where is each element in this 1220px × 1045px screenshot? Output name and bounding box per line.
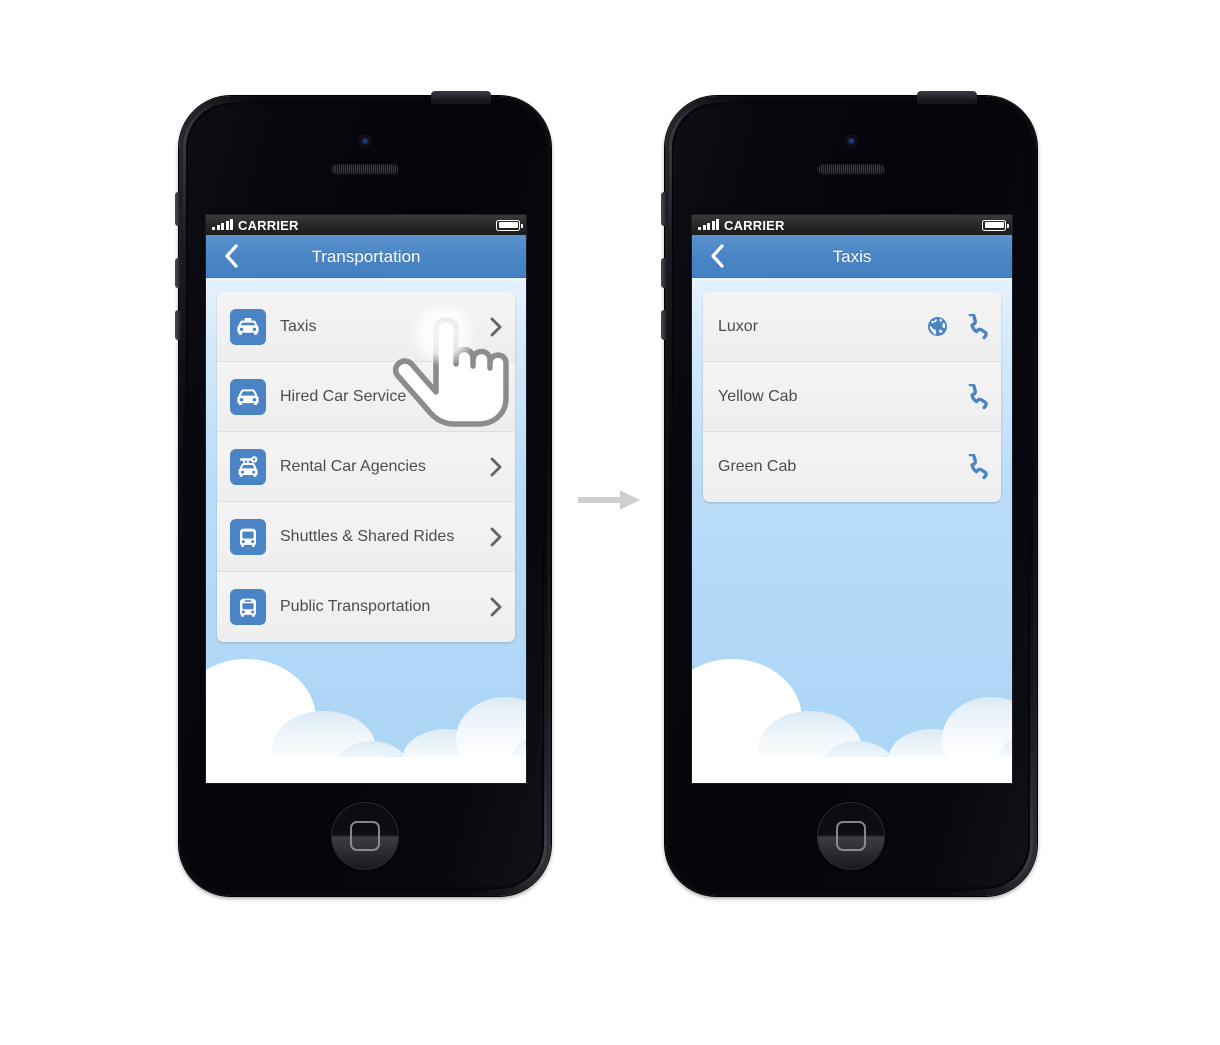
phone-icon[interactable] <box>966 313 988 340</box>
battery-full-icon <box>496 219 523 231</box>
volume-down-button[interactable] <box>661 310 667 340</box>
power-button[interactable] <box>917 91 977 103</box>
list-item[interactable]: Luxor <box>703 292 1001 362</box>
carrier-label: CARRIER <box>724 217 785 233</box>
mute-switch[interactable] <box>661 192 667 226</box>
list-item[interactable]: Shuttles & Shared Rides <box>217 502 515 572</box>
car-icon <box>230 378 266 415</box>
page-title: Transportation <box>311 246 421 266</box>
list-item-label: Taxis <box>280 317 317 335</box>
taxi-company-list-card: Luxor Yellow Cab Green Cab <box>703 292 1001 502</box>
volume-up-button[interactable] <box>661 258 667 288</box>
carrier-label: CARRIER <box>238 217 299 233</box>
navigation-bar: Taxis <box>692 235 1012 278</box>
front-camera-icon <box>359 136 371 147</box>
phone-screen-after: CARRIER Taxis Luxor Yellow Cab Green Cab <box>692 215 1012 783</box>
list-item[interactable]: Yellow Cab <box>703 362 1001 432</box>
phone-device-after: CARRIER Taxis Luxor Yellow Cab Green Cab <box>661 91 1037 896</box>
flow-arrow <box>578 487 640 513</box>
shuttle-bus-icon <box>230 518 266 555</box>
phone-device-before: CARRIER Transportation Taxis Hired Car S… <box>175 91 551 896</box>
chevron-left-icon <box>225 244 238 268</box>
screen-content-after: Luxor Yellow Cab Green Cab <box>692 278 1012 783</box>
list-item[interactable]: Green Cab <box>703 432 1001 502</box>
rental-car-key-icon <box>230 448 266 485</box>
list-item-label: Green Cab <box>718 458 797 475</box>
earpiece-speaker-icon <box>817 164 885 174</box>
list-item-label: Hired Car Service <box>280 387 407 405</box>
status-bar: CARRIER <box>692 215 1012 235</box>
list-item-label: Rental Car Agencies <box>280 457 426 475</box>
status-bar: CARRIER <box>206 215 526 235</box>
home-button[interactable] <box>331 802 399 870</box>
list-item[interactable]: Taxis <box>217 292 515 362</box>
home-button[interactable] <box>817 802 885 870</box>
list-item-label: Shuttles & Shared Rides <box>280 527 455 545</box>
screen-content-before: Taxis Hired Car Service Rental Car Agenc… <box>206 278 526 783</box>
chevron-right-icon <box>490 317 502 337</box>
chevron-right-icon <box>490 457 502 477</box>
volume-up-button[interactable] <box>175 258 181 288</box>
signal-bars-icon <box>698 219 719 230</box>
list-item[interactable]: Public Transportation <box>217 572 515 642</box>
chevron-right-icon <box>490 597 502 617</box>
power-button[interactable] <box>431 91 491 103</box>
list-item-label: Luxor <box>718 317 759 335</box>
phone-icon[interactable] <box>966 454 988 480</box>
taxi-icon <box>230 308 266 345</box>
navigation-bar: Transportation <box>206 235 526 278</box>
transportation-list-card: Taxis Hired Car Service Rental Car Agenc… <box>217 292 515 642</box>
earpiece-speaker-icon <box>331 164 399 174</box>
list-item-label: Public Transportation <box>280 598 431 615</box>
clouds-decoration <box>206 659 526 783</box>
public-bus-icon <box>230 589 266 625</box>
globe-icon[interactable] <box>927 316 948 337</box>
back-button[interactable] <box>216 241 246 271</box>
home-square-icon <box>350 821 380 851</box>
page-title: Taxis <box>832 246 872 266</box>
chevron-left-icon <box>711 244 724 268</box>
list-item[interactable]: Hired Car Service <box>217 362 515 432</box>
chevron-right-icon <box>490 527 502 547</box>
list-item-label: Yellow Cab <box>718 387 798 405</box>
front-camera-icon <box>845 136 857 147</box>
two-phone-flow-scene: CARRIER Transportation Taxis Hired Car S… <box>0 0 1220 1045</box>
mute-switch[interactable] <box>175 192 181 226</box>
list-item[interactable]: Rental Car Agencies <box>217 432 515 502</box>
signal-bars-icon <box>212 219 233 230</box>
home-square-icon <box>836 821 866 851</box>
battery-full-icon <box>982 219 1009 231</box>
clouds-decoration <box>692 659 1012 783</box>
volume-down-button[interactable] <box>175 310 181 340</box>
chevron-right-icon <box>490 387 502 407</box>
back-button[interactable] <box>702 241 732 271</box>
phone-icon[interactable] <box>966 383 988 410</box>
arrow-right-icon <box>578 490 640 510</box>
phone-screen-before: CARRIER Transportation Taxis Hired Car S… <box>206 215 526 783</box>
